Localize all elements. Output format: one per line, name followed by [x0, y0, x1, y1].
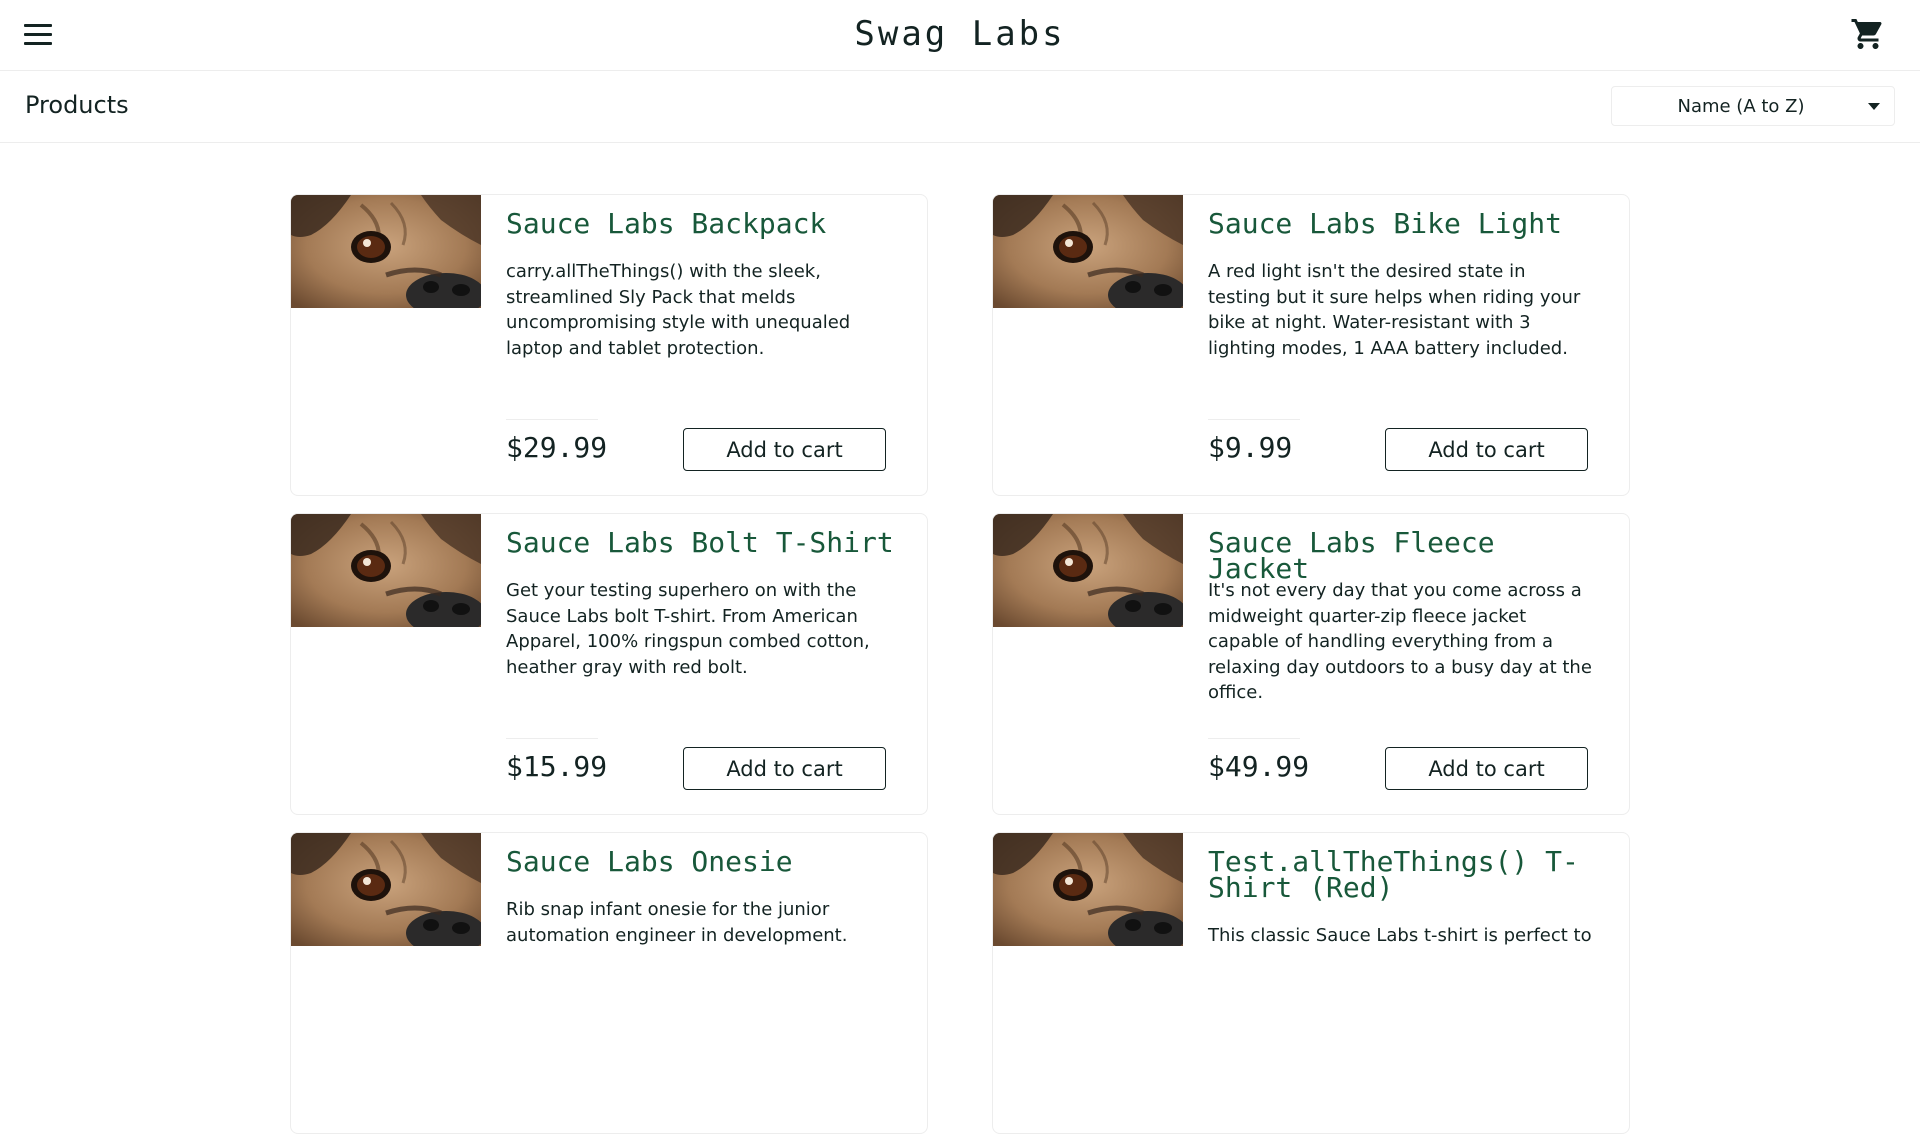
product-image[interactable] — [993, 514, 1183, 627]
page-title: Products — [25, 91, 129, 119]
inventory-item: Sauce Labs Backpack carry.allTheThings()… — [290, 194, 928, 496]
product-price: $49.99 — [1208, 750, 1310, 783]
product-image[interactable] — [993, 833, 1183, 946]
product-image[interactable] — [291, 195, 481, 308]
product-price: $15.99 — [506, 750, 608, 783]
inventory-item: Sauce Labs Fleece Jacket It's not every … — [992, 513, 1630, 815]
add-to-cart-button[interactable]: Add to cart — [683, 428, 886, 471]
product-price: $9.99 — [1208, 431, 1293, 464]
product-description: A red light isn't the desired state in t… — [1208, 261, 1581, 359]
shopping-cart-icon[interactable] — [1850, 16, 1886, 52]
inventory-item: Sauce Labs Bike Light A red light isn't … — [992, 194, 1630, 496]
product-description: It's not every day that you come across … — [1208, 580, 1592, 703]
price-divider — [506, 419, 598, 420]
inventory-item: Test.allTheThings() T-Shirt (Red) This c… — [992, 832, 1630, 1134]
product-image[interactable] — [291, 514, 481, 627]
inventory-item: Sauce Labs Bolt T-Shirt Get your testing… — [290, 513, 928, 815]
secondary-header: Products Name (A to Z) — [0, 71, 1920, 143]
product-name-link[interactable]: Sauce Labs Backpack — [506, 210, 906, 238]
product-name-link[interactable]: Sauce Labs Bolt T-Shirt — [506, 529, 906, 557]
product-description: Get your testing superhero on with the S… — [506, 580, 870, 678]
product-image[interactable] — [993, 195, 1183, 308]
inventory-item: Sauce Labs Onesie Rib snap infant onesie… — [290, 832, 928, 1134]
add-to-cart-button[interactable]: Add to cart — [683, 747, 886, 790]
add-to-cart-button[interactable]: Add to cart — [1385, 747, 1588, 790]
product-name-link[interactable]: Sauce Labs Fleece Jacket — [1208, 529, 1608, 583]
primary-header: Swag Labs — [0, 0, 1920, 71]
product-name-link[interactable]: Sauce Labs Onesie — [506, 848, 906, 876]
app-logo: Swag Labs — [854, 14, 1066, 54]
product-image[interactable] — [291, 833, 481, 946]
sort-selected-value: Name (A to Z) — [1677, 96, 1805, 117]
caret-down-icon — [1868, 103, 1880, 110]
price-divider — [1208, 419, 1300, 420]
product-description: carry.allTheThings() with the sleek, str… — [506, 261, 851, 359]
product-description: This classic Sauce Labs t-shirt is perfe… — [1208, 925, 1592, 946]
add-to-cart-button[interactable]: Add to cart — [1385, 428, 1588, 471]
product-name-link[interactable]: Sauce Labs Bike Light — [1208, 210, 1608, 238]
sort-dropdown[interactable]: Name (A to Z) — [1611, 86, 1895, 126]
product-name-link[interactable]: Test.allTheThings() T-Shirt (Red) — [1208, 848, 1608, 902]
product-price: $29.99 — [506, 431, 608, 464]
price-divider — [506, 738, 598, 739]
price-divider — [1208, 738, 1300, 739]
